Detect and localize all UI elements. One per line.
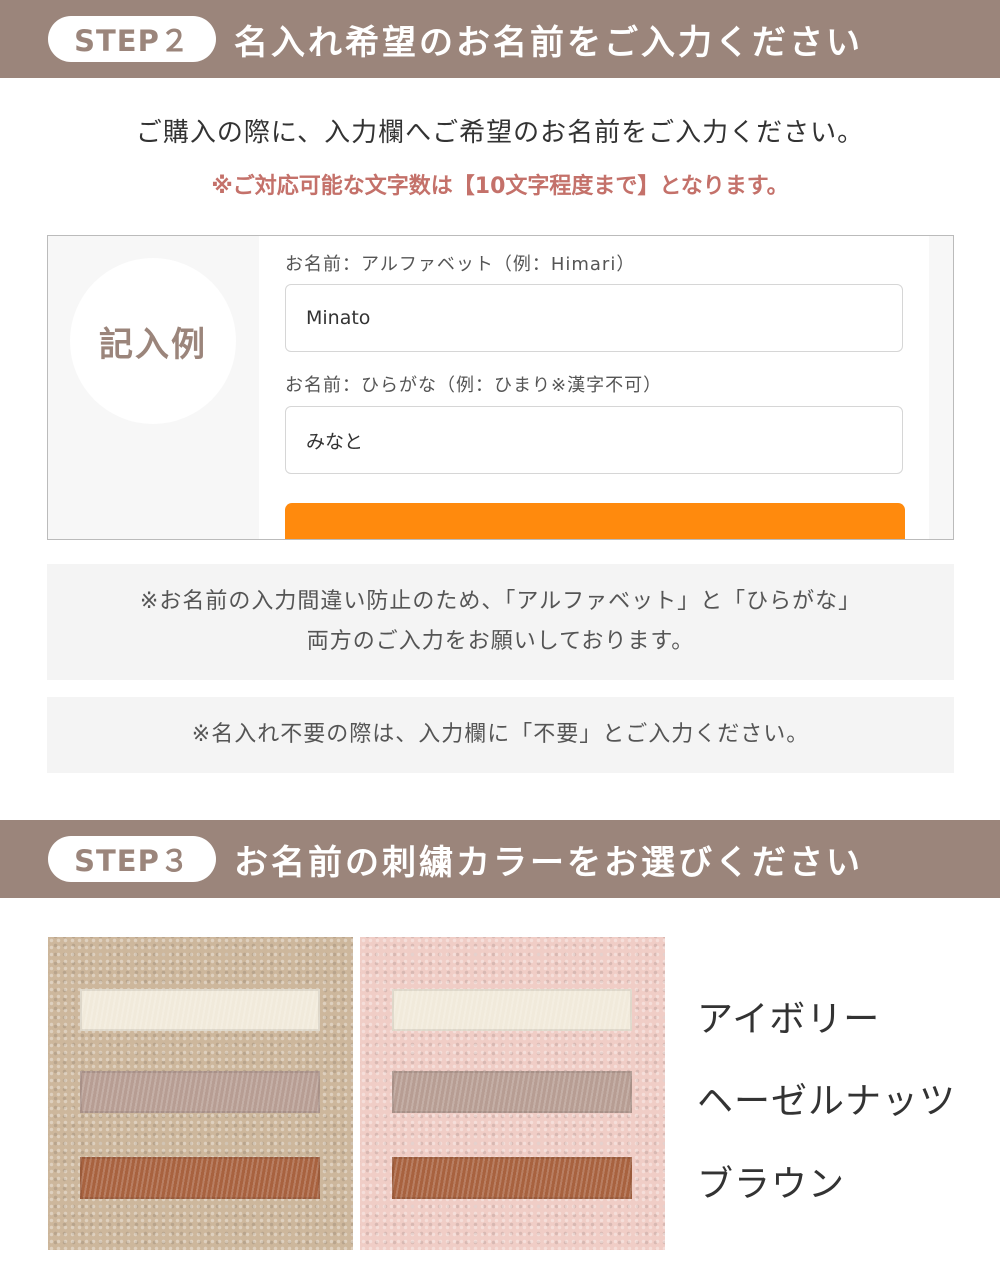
step2-badge: STEP２ — [48, 16, 216, 62]
alphabet-name-label: お名前：アルファベット（例：Himari） — [285, 254, 636, 275]
example-badge: 記入例 — [70, 258, 236, 424]
hiragana-name-value: みなと — [306, 430, 364, 453]
input-example: 記入例 お名前：アルファベット（例：Himari） Minato お名前：ひらが… — [47, 235, 954, 540]
alphabet-name-value: Minato — [306, 307, 371, 329]
step3-title: お名前の刺繍カラーをお選びください — [234, 842, 863, 883]
ivory-stripe — [392, 989, 632, 1031]
beige-towel-swatch — [48, 937, 353, 1250]
not-needed-note-box: ※名入れ不要の際は、入力欄に「不要」とご入力ください。 — [47, 697, 954, 773]
step2-header: STEP２ 名入れ希望のお名前をご入力ください — [0, 0, 1000, 78]
hazelnut-stripe — [392, 1071, 632, 1113]
color-label-brown: ブラウン — [697, 1164, 846, 1205]
brown-stripe — [392, 1157, 632, 1199]
pink-towel-swatch — [360, 937, 665, 1250]
step3-header: STEP３ お名前の刺繍カラーをお選びください — [0, 820, 1000, 898]
hiragana-name-input[interactable]: みなと — [285, 406, 903, 474]
ivory-stripe — [80, 989, 320, 1031]
step3-badge: STEP３ — [48, 836, 216, 882]
character-limit-note: ※ご対応可能な文字数は【10文字程度まで】となります。 — [211, 174, 789, 199]
intro-text: ご購入の際に、入力欄へご希望のお名前をご入力ください。 — [135, 118, 865, 148]
hazelnut-stripe — [80, 1071, 320, 1113]
color-label-ivory: アイボリー — [697, 999, 881, 1040]
color-label-hazelnut: ヘーゼルナッツ — [697, 1081, 957, 1122]
input-note-line1: ※お名前の入力間違い防止のため、「アルファベット」と「ひらがな」 — [139, 589, 862, 614]
not-needed-note: ※名入れ不要の際は、入力欄に「不要」とご入力ください。 — [191, 722, 810, 747]
brown-stripe — [80, 1157, 320, 1199]
input-note-line2: 両方のご入力をお願いしております。 — [306, 629, 695, 654]
input-note-box: ※お名前の入力間違い防止のため、「アルファベット」と「ひらがな」 両方のご入力を… — [47, 564, 954, 680]
submit-button[interactable] — [285, 503, 905, 539]
step2-title: 名入れ希望のお名前をご入力ください — [234, 22, 863, 63]
example-form: お名前：アルファベット（例：Himari） Minato お名前：ひらがな（例：… — [259, 236, 929, 539]
alphabet-name-input[interactable]: Minato — [285, 284, 903, 352]
hiragana-name-label: お名前：ひらがな（例：ひまり※漢字不可） — [285, 375, 663, 396]
